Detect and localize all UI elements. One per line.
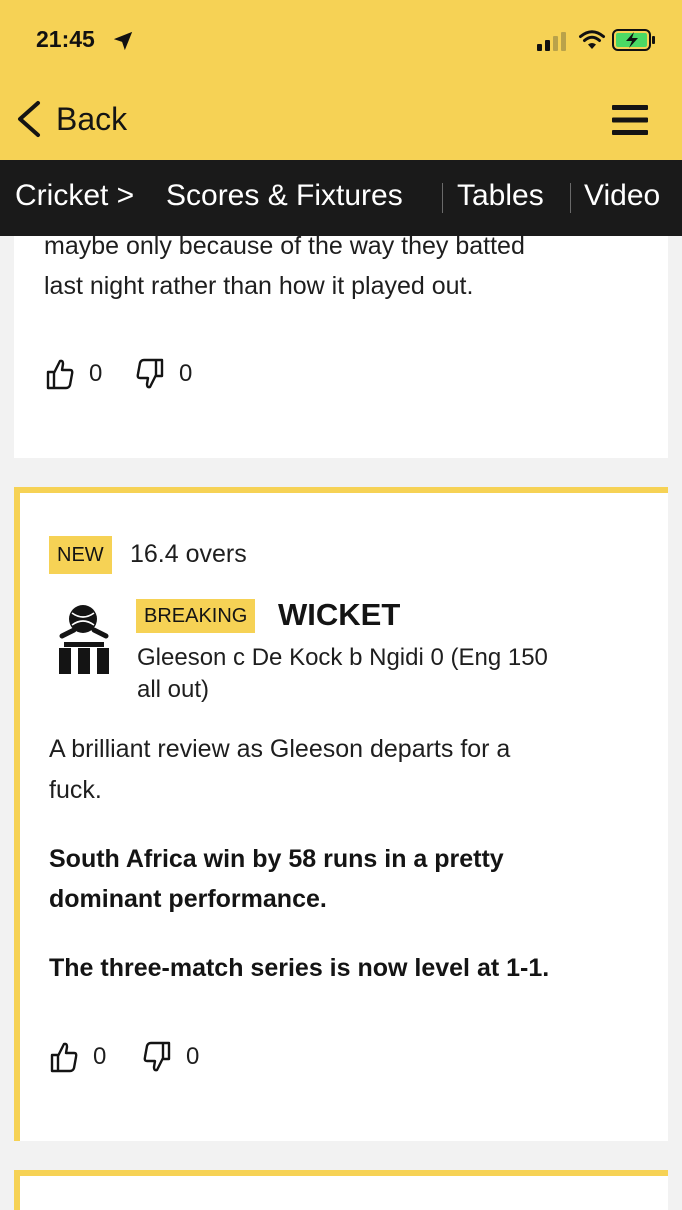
post-text: last night rather than how it played out… [44,272,474,300]
like-count: 0 [89,360,103,387]
like-count: 0 [93,1043,107,1070]
nav-separator [570,183,571,213]
location-arrow-icon [113,31,133,51]
overs-label: 16.4 overs [130,540,247,568]
nav-separator [442,183,443,213]
next-post-card [14,1170,668,1210]
event-description: Gleeson c De Kock b Ngidi 0 (Eng 150 [137,644,548,671]
like-button[interactable]: 0 [45,357,102,391]
series-text: The three-match series is now level at 1… [49,954,550,982]
dislike-count: 0 [186,1043,200,1070]
nav-tables[interactable]: Tables [457,179,544,213]
result-text: South Africa win by 58 runs in a pretty [49,845,504,873]
nav-cricket[interactable]: Cricket > [15,179,134,213]
hamburger-menu-icon[interactable] [612,104,648,136]
event-title: WICKET [278,597,401,632]
thumbs-up-icon [46,359,74,390]
back-label: Back [56,100,128,137]
post-paragraph: A brilliant review as Gleeson departs fo… [49,735,511,763]
back-button[interactable]: Back [14,98,127,140]
thumbs-up-icon [50,1042,78,1073]
cricket-wicket-icon [59,605,109,674]
latest-post-card [14,487,668,1141]
wifi-icon [579,30,605,49]
chevron-left-icon [18,101,40,137]
breaking-badge: BREAKING [136,599,256,633]
like-button[interactable]: 0 [49,1040,106,1074]
nav-scores-fixtures[interactable]: Scores & Fixtures [166,179,403,213]
thumbs-down-icon [136,358,164,389]
status-time: 21:45 [36,26,95,52]
event-description: all out) [137,676,210,703]
result-text: dominant performance. [49,885,327,913]
dislike-button[interactable]: 0 [135,357,192,391]
post-paragraph: fuck. [49,776,102,804]
dislike-count: 0 [179,360,193,387]
dislike-button[interactable]: 0 [142,1040,199,1074]
nav-video[interactable]: Video [584,179,660,213]
new-badge: NEW [49,536,112,574]
thumbs-down-icon [143,1041,171,1072]
cellular-signal-icon [537,32,566,51]
battery-charging-icon [612,29,655,51]
